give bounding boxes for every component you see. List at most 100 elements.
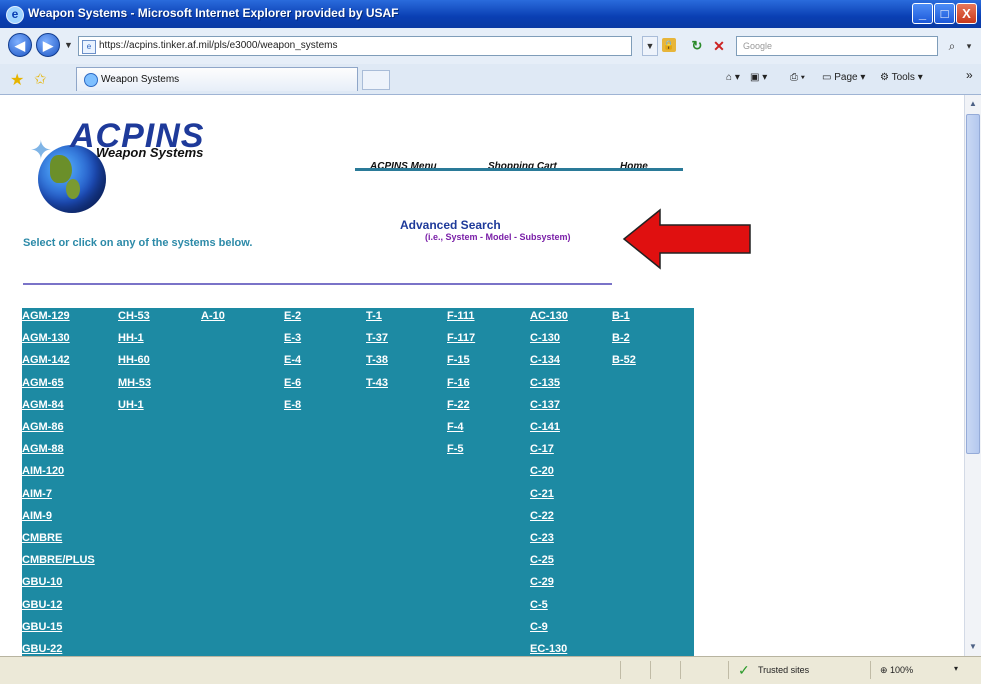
system-link-f-15[interactable]: F-15 xyxy=(447,354,470,366)
system-link-aim-9[interactable]: AIM-9 xyxy=(22,510,52,522)
system-link-aim-7[interactable]: AIM-7 xyxy=(22,488,52,500)
system-link-ch-53[interactable]: CH-53 xyxy=(118,310,150,322)
system-link-c-137[interactable]: C-137 xyxy=(530,399,560,411)
close-button[interactable]: X xyxy=(956,3,977,24)
system-link-ac-130[interactable]: AC-130 xyxy=(530,310,568,322)
zoom-dropdown[interactable]: ▾ xyxy=(954,664,958,673)
address-url: https://acpins.tinker.af.mil/pls/e3000/w… xyxy=(99,40,338,51)
system-link-t-1[interactable]: T-1 xyxy=(366,310,382,322)
system-link-e-2[interactable]: E-2 xyxy=(284,310,301,322)
system-link-gbu-12[interactable]: GBU-12 xyxy=(22,599,62,611)
system-link-f-117[interactable]: F-117 xyxy=(447,332,475,344)
home-icon[interactable]: ⌂ ▾ xyxy=(726,72,740,83)
system-link-agm-130[interactable]: AGM-130 xyxy=(22,332,70,344)
system-link-c-20[interactable]: C-20 xyxy=(530,465,554,477)
search-options-dropdown[interactable]: ▾ xyxy=(962,36,976,56)
system-link-gbu-10[interactable]: GBU-10 xyxy=(22,576,62,588)
system-link-agm-88[interactable]: AGM-88 xyxy=(22,443,64,455)
system-link-agm-142[interactable]: AGM-142 xyxy=(22,354,70,366)
system-link-t-37[interactable]: T-37 xyxy=(366,332,388,344)
favorites-star-icon[interactable]: ★ xyxy=(10,70,24,90)
forward-button[interactable]: ▶ xyxy=(36,33,60,57)
window-title-bar[interactable]: e Weapon Systems - Microsoft Internet Ex… xyxy=(0,0,981,28)
lock-icon[interactable]: 🔒 xyxy=(662,38,676,52)
system-link-f-22[interactable]: F-22 xyxy=(447,399,470,411)
system-link-e-8[interactable]: E-8 xyxy=(284,399,301,411)
vertical-scrollbar[interactable]: ▲ ▼ xyxy=(964,95,981,656)
system-link-f-5[interactable]: F-5 xyxy=(447,443,464,455)
system-link-b-1[interactable]: B-1 xyxy=(612,310,630,322)
system-link-ec-130[interactable]: EC-130 xyxy=(530,643,567,655)
search-input[interactable]: Google xyxy=(736,36,938,56)
zoom-icon: ⊕ xyxy=(880,665,891,675)
system-link-e-6[interactable]: E-6 xyxy=(284,377,301,389)
window-title: Weapon Systems - Microsoft Internet Expl… xyxy=(28,6,399,20)
divider xyxy=(23,283,612,285)
system-link-f-16[interactable]: F-16 xyxy=(447,377,470,389)
system-link-c-134[interactable]: C-134 xyxy=(530,354,560,366)
system-link-agm-84[interactable]: AGM-84 xyxy=(22,399,64,411)
system-link-e-3[interactable]: E-3 xyxy=(284,332,301,344)
system-link-hh-1[interactable]: HH-1 xyxy=(118,332,144,344)
advanced-search-link[interactable]: Advanced Search xyxy=(400,218,501,232)
system-link-a-10[interactable]: A-10 xyxy=(201,310,225,322)
system-link-cmbre-plus[interactable]: CMBRE/PLUS xyxy=(22,554,95,566)
system-link-c-17[interactable]: C-17 xyxy=(530,443,554,455)
system-link-agm-65[interactable]: AGM-65 xyxy=(22,377,64,389)
system-link-t-38[interactable]: T-38 xyxy=(366,354,388,366)
system-link-c-5[interactable]: C-5 xyxy=(530,599,548,611)
tools-menu-button[interactable]: ⚙ Tools ▾ xyxy=(880,72,923,83)
scroll-down-icon[interactable]: ▼ xyxy=(965,638,981,655)
system-link-c-135[interactable]: C-135 xyxy=(530,377,560,389)
scroll-up-icon[interactable]: ▲ xyxy=(965,95,981,112)
system-link-mh-53[interactable]: MH-53 xyxy=(118,377,151,389)
system-link-c-25[interactable]: C-25 xyxy=(530,554,554,566)
page-menu-icon: ▭ xyxy=(822,72,835,83)
minimize-button[interactable]: _ xyxy=(912,3,933,24)
system-link-c-22[interactable]: C-22 xyxy=(530,510,554,522)
maximize-button[interactable]: □ xyxy=(934,3,955,24)
system-link-c-21[interactable]: C-21 xyxy=(530,488,554,500)
system-link-agm-129[interactable]: AGM-129 xyxy=(22,310,70,322)
system-link-f-111[interactable]: F-111 xyxy=(447,310,475,322)
system-link-c-23[interactable]: C-23 xyxy=(530,532,554,544)
stop-icon[interactable]: ✕ xyxy=(710,37,728,55)
system-link-c-9[interactable]: C-9 xyxy=(530,621,548,633)
status-separator xyxy=(728,661,729,679)
recent-pages-dropdown[interactable]: ▼ xyxy=(64,40,73,50)
search-icon[interactable]: ⌕ xyxy=(942,36,962,56)
system-link-c-29[interactable]: C-29 xyxy=(530,576,554,588)
status-separator xyxy=(870,661,871,679)
address-dropdown-button[interactable]: ▼ xyxy=(642,36,658,56)
system-link-c-130[interactable]: C-130 xyxy=(530,332,560,344)
scroll-thumb[interactable] xyxy=(966,114,980,454)
system-link-hh-60[interactable]: HH-60 xyxy=(118,354,150,366)
more-commands-button[interactable]: » xyxy=(966,68,973,82)
address-input[interactable]: e https://acpins.tinker.af.mil/pls/e3000… xyxy=(78,36,632,56)
back-button[interactable]: ◀ xyxy=(8,33,32,57)
print-icon[interactable]: ⎙ ▾ xyxy=(790,72,805,83)
page-menu-button[interactable]: ▭ Page ▾ xyxy=(822,72,865,83)
system-link-uh-1[interactable]: UH-1 xyxy=(118,399,144,411)
system-link-t-43[interactable]: T-43 xyxy=(366,377,388,389)
tools-menu-label: Tools xyxy=(891,72,915,83)
feeds-icon[interactable]: ▣ ▾ xyxy=(750,72,767,83)
tab-toolbar: ★ ✩ Weapon Systems ⌂ ▾ ▣ ▾ ⎙ ▾ ▭ Page ▾ … xyxy=(0,64,981,95)
system-link-b-2[interactable]: B-2 xyxy=(612,332,630,344)
system-link-gbu-22[interactable]: GBU-22 xyxy=(22,643,62,655)
system-link-agm-86[interactable]: AGM-86 xyxy=(22,421,64,433)
zoom-level[interactable]: ⊕ 100% xyxy=(880,665,913,676)
security-zone-label[interactable]: Trusted sites xyxy=(758,665,809,675)
system-link-f-4[interactable]: F-4 xyxy=(447,421,464,433)
system-link-aim-120[interactable]: AIM-120 xyxy=(22,465,64,477)
tab-weapon-systems[interactable]: Weapon Systems xyxy=(76,67,358,91)
add-favorites-icon[interactable]: ✩ xyxy=(34,70,47,88)
system-link-cmbre[interactable]: CMBRE xyxy=(22,532,62,544)
new-tab-button[interactable] xyxy=(362,70,390,90)
system-link-b-52[interactable]: B-52 xyxy=(612,354,636,366)
system-link-gbu-15[interactable]: GBU-15 xyxy=(22,621,62,633)
status-separator xyxy=(680,661,681,679)
refresh-icon[interactable]: ↻ xyxy=(688,37,706,55)
system-link-e-4[interactable]: E-4 xyxy=(284,354,301,366)
system-link-c-141[interactable]: C-141 xyxy=(530,421,560,433)
